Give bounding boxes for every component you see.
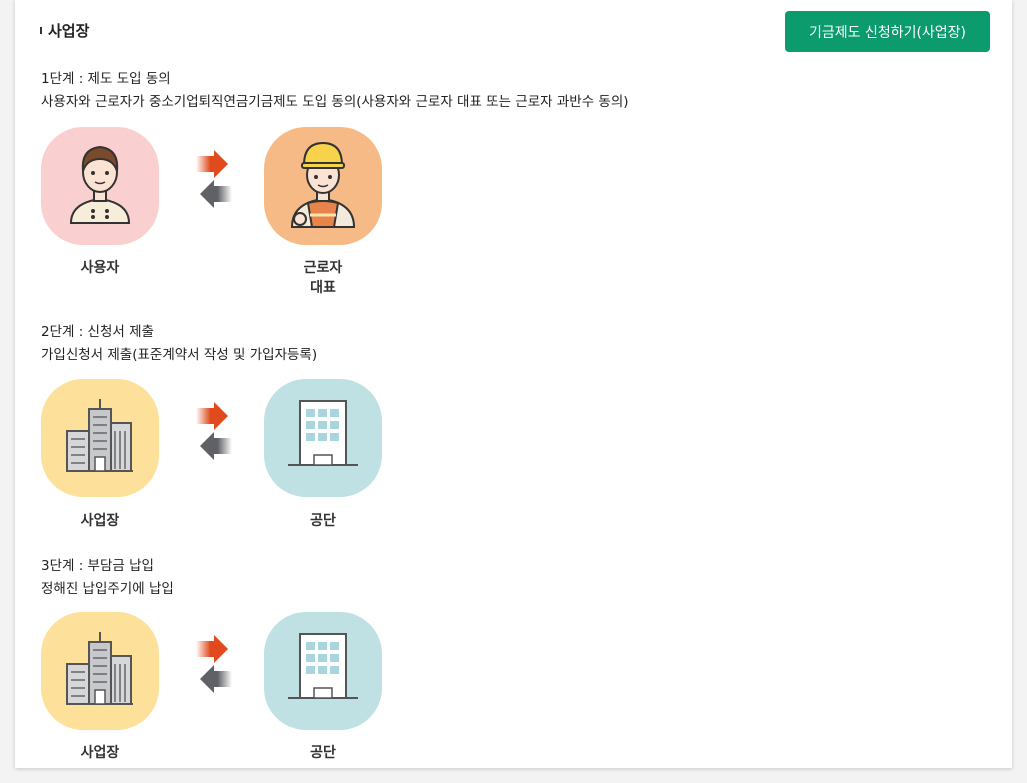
city-buildings-icon bbox=[41, 612, 159, 730]
step1-desc: 사용자와 근로자가 중소기업퇴직연금기금제도 도입 동의(사용자와 근로자 대표… bbox=[41, 94, 629, 110]
party-label: 근로자 대표 bbox=[264, 258, 382, 298]
step1-title: 1단계 : 제도 도입 동의 bbox=[41, 71, 171, 87]
step3-desc: 정해진 납입주기에 납입 bbox=[41, 581, 174, 597]
section-title: 사업장 bbox=[40, 20, 89, 41]
party-label: 사업장 bbox=[80, 513, 120, 529]
step2-title: 2단계 : 신청서 제출 bbox=[41, 324, 154, 340]
office-building-icon bbox=[264, 379, 382, 497]
step2-desc: 가입신청서 제출(표준계약서 작성 및 가입자등록) bbox=[41, 347, 318, 363]
content-card bbox=[15, 0, 1012, 768]
exchange-arrows-icon bbox=[196, 400, 232, 464]
party-label: 사업장 bbox=[80, 745, 120, 761]
exchange-arrows-icon bbox=[196, 148, 232, 212]
worker-helmet-icon bbox=[264, 127, 382, 245]
employer-person-icon bbox=[41, 127, 159, 245]
exchange-arrows-icon bbox=[196, 633, 232, 697]
office-building-icon bbox=[264, 612, 382, 730]
party-label: 사용자 bbox=[80, 260, 120, 276]
title-marker bbox=[40, 27, 42, 34]
party-label-line: 근로자 bbox=[303, 260, 343, 276]
party-label-line: 대표 bbox=[310, 280, 336, 296]
party-label: 공단 bbox=[310, 513, 336, 529]
city-buildings-icon bbox=[41, 379, 159, 497]
section-title-text: 사업장 bbox=[48, 22, 90, 40]
party-label: 공단 bbox=[310, 745, 336, 761]
apply-fund-button[interactable]: 기금제도 신청하기(사업장) bbox=[785, 11, 990, 52]
step3-title: 3단계 : 부담금 납입 bbox=[41, 558, 154, 574]
